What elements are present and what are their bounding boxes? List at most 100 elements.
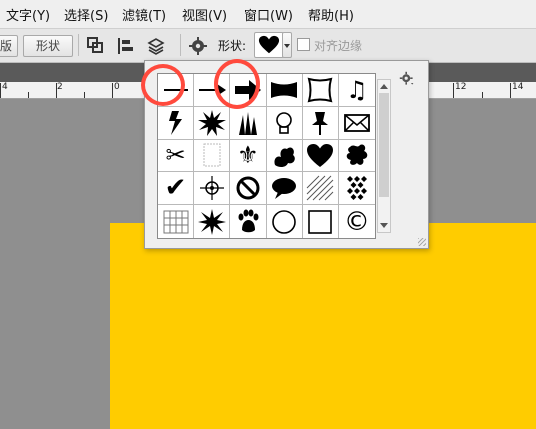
crosshair-icon: [199, 176, 224, 201]
shape-list-scrollbar[interactable]: [377, 79, 391, 233]
align-edges-checkbox[interactable]: [297, 38, 310, 51]
prohibited-icon: [236, 176, 260, 200]
gear-icon[interactable]: [188, 36, 208, 56]
shape-cell[interactable]: [158, 106, 195, 140]
ruler-tick: [0, 83, 1, 98]
ruler-tick: [482, 92, 483, 98]
ruler-tick: [510, 83, 511, 98]
ruler-label: 4: [2, 82, 8, 92]
document-canvas[interactable]: [110, 223, 536, 429]
ruler-label: 2: [57, 82, 63, 92]
ruler-tick: [28, 92, 29, 98]
ruler-tick: [56, 83, 57, 98]
shape-cell[interactable]: [338, 140, 375, 173]
separator: [78, 34, 79, 56]
scroll-up-icon[interactable]: [380, 84, 388, 89]
shape-cell[interactable]: [302, 172, 339, 206]
highlight-circle: [141, 64, 185, 106]
shape-cell[interactable]: [302, 106, 339, 140]
copyright-icon: ©: [343, 206, 370, 237]
shape-cell[interactable]: [194, 139, 231, 173]
shape-cell[interactable]: ♫: [338, 74, 375, 107]
splat-icon: [346, 145, 368, 166]
shape-cell[interactable]: ©: [339, 205, 375, 238]
menu-window[interactable]: 窗口(W): [244, 5, 293, 24]
shape-cell[interactable]: [266, 106, 303, 140]
shape-label: 形状:: [218, 39, 247, 53]
grass-icon: [238, 111, 257, 135]
shape-cell[interactable]: [194, 172, 231, 206]
shape-cell[interactable]: [194, 205, 231, 238]
ruler-tick: [84, 92, 85, 98]
heart-icon: [258, 35, 280, 54]
lightbulb-icon: [276, 111, 292, 134]
ornament-icon: [274, 148, 295, 168]
ruler-tick: [112, 83, 113, 98]
shape-cell[interactable]: [230, 106, 267, 140]
ruler-tick: [453, 83, 454, 98]
checkmark-icon: ✔: [164, 173, 187, 204]
fleur-de-lis-icon: ⚜: [237, 141, 259, 170]
ruler-label: 14: [512, 82, 524, 92]
circle-outline-icon: [272, 209, 296, 234]
shape-picker-dropdown[interactable]: [282, 32, 292, 58]
menu-bar: 文字(Y) 选择(S) 滤镜(T) 视图(V) 窗口(W) 帮助(H): [0, 0, 536, 29]
ruler-label: 12: [455, 82, 467, 92]
shape-grid: ♫ ✂ ⚜ ✔ ©: [157, 73, 376, 239]
ruler-label: 0: [114, 82, 120, 92]
menu-select[interactable]: 选择(S): [64, 5, 108, 24]
chevron-down-icon: [284, 44, 290, 48]
menu-help[interactable]: 帮助(H): [308, 5, 354, 24]
shape-cell[interactable]: ✔: [158, 172, 195, 206]
mode-button[interactable]: 版: [0, 35, 18, 57]
shape-mode-button[interactable]: 形状: [23, 35, 73, 57]
banner-shape-icon: [271, 81, 298, 98]
stamp-frame-icon: [203, 143, 221, 167]
gear-icon[interactable]: [399, 71, 415, 87]
menu-filter[interactable]: 滤镜(T): [122, 5, 166, 24]
resize-grip[interactable]: [418, 238, 426, 246]
shape-cell[interactable]: ✂: [158, 139, 195, 173]
menu-view[interactable]: 视图(V): [182, 5, 227, 24]
scroll-down-icon[interactable]: [380, 223, 388, 228]
music-note-icon: ♫: [346, 75, 368, 104]
envelope-icon: [344, 113, 370, 132]
paw-print-icon: [238, 209, 259, 232]
align-edges-label: 对齐边缘: [314, 39, 363, 53]
speech-bubble-icon: [272, 178, 297, 200]
shape-cell[interactable]: [266, 74, 303, 107]
options-bar: 版 形状 形状: 对齐边缘: [0, 29, 536, 63]
shape-cell[interactable]: [194, 106, 231, 140]
shape-cell[interactable]: [267, 205, 303, 238]
shape-cell[interactable]: [338, 172, 375, 206]
scissors-icon: ✂: [165, 141, 186, 170]
path-alignment-icon[interactable]: [116, 36, 136, 56]
custom-shape-picker-panel: ♫ ✂ ⚜ ✔ ©: [144, 60, 429, 249]
path-operations-icon[interactable]: [86, 36, 106, 56]
frame-shape-icon: [307, 77, 333, 103]
diamond-grid-icon: [346, 176, 367, 201]
diagonal-lines-icon: [306, 175, 334, 201]
shape-picker[interactable]: [254, 32, 284, 58]
shape-cell[interactable]: [266, 139, 303, 173]
shape-cell[interactable]: [338, 107, 375, 140]
shape-cell[interactable]: ⚜: [230, 139, 267, 173]
shape-cell[interactable]: [302, 74, 339, 107]
shape-cell[interactable]: [230, 172, 267, 206]
shape-cell[interactable]: [230, 205, 267, 238]
heart-shape-icon: [307, 144, 334, 168]
pushpin-icon: [312, 111, 329, 135]
shape-cell[interactable]: [158, 205, 195, 238]
shape-cell[interactable]: [302, 139, 339, 173]
lightning-icon: [168, 110, 182, 135]
highlight-circle: [214, 59, 260, 109]
square-outline-icon: [308, 209, 333, 234]
path-arrangement-icon[interactable]: [146, 36, 166, 56]
burst-icon: [197, 208, 226, 235]
shape-cell[interactable]: [266, 172, 303, 206]
shape-cell[interactable]: [303, 205, 339, 238]
starburst-icon: [197, 109, 226, 136]
separator: [180, 34, 181, 56]
scrollbar-thumb[interactable]: [379, 93, 389, 197]
menu-text[interactable]: 文字(Y): [6, 5, 50, 24]
